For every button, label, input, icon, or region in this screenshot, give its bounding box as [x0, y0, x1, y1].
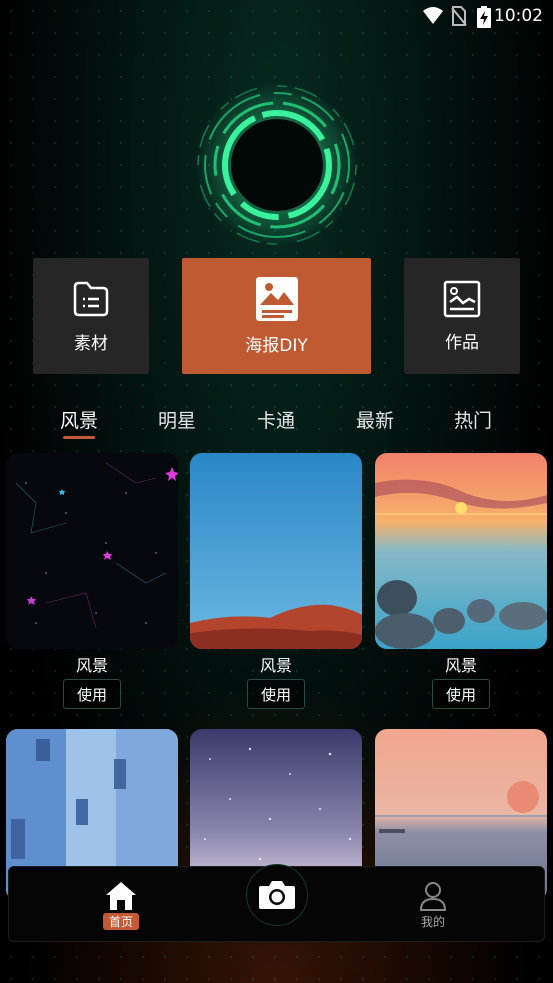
use-button[interactable]: 使用 — [247, 679, 305, 709]
wallpaper-thumbnail[interactable] — [6, 453, 178, 649]
battery-charging-icon — [477, 6, 491, 28]
grid-item-label: 风景 — [75, 656, 108, 675]
nav-home-label: 首页 — [102, 912, 139, 930]
blue-sky-red-hill-image — [190, 453, 362, 649]
tab-celebrity[interactable]: 明星 — [158, 406, 196, 433]
materials-label: 素材 — [74, 333, 108, 354]
home-icon — [106, 881, 136, 910]
nav-mine[interactable]: 我的 — [373, 867, 493, 943]
nav-mine-label: 我的 — [420, 914, 445, 929]
wifi-icon — [423, 7, 443, 24]
wallpaper-thumbnail[interactable] — [375, 453, 547, 649]
hero-ring-graphic — [195, 83, 359, 247]
camera-button[interactable] — [246, 864, 308, 926]
status-bar: 10:02 — [0, 0, 553, 32]
poster-diy-button[interactable]: 海报DIY — [182, 258, 371, 374]
grid-item-label: 风景 — [444, 656, 477, 675]
poster-image-icon — [255, 276, 298, 321]
tab-hot[interactable]: 热门 — [454, 406, 492, 433]
camera-icon — [259, 881, 295, 909]
no-sim-icon — [451, 6, 467, 26]
nav-home[interactable]: 首页 — [61, 867, 181, 943]
grid-item-label: 风景 — [259, 656, 292, 675]
wallpaper-thumbnail[interactable] — [190, 453, 362, 649]
document-list-icon — [73, 281, 109, 316]
user-icon — [419, 881, 447, 911]
use-button[interactable]: 使用 — [63, 679, 121, 709]
gallery-chart-icon — [443, 280, 481, 317]
tab-landscape[interactable]: 风景 — [60, 406, 98, 433]
active-tab-indicator — [63, 436, 95, 439]
starry-constellation-image — [6, 453, 178, 649]
tab-cartoon[interactable]: 卡通 — [257, 406, 295, 433]
poster-diy-label: 海报DIY — [245, 335, 308, 356]
tab-latest[interactable]: 最新 — [356, 406, 394, 433]
sunset-sea-rocks-image — [375, 453, 547, 649]
works-label: 作品 — [445, 332, 479, 353]
status-time: 10:02 — [494, 6, 543, 26]
works-button[interactable]: 作品 — [404, 258, 520, 374]
use-button[interactable]: 使用 — [432, 679, 490, 709]
materials-button[interactable]: 素材 — [33, 258, 149, 374]
